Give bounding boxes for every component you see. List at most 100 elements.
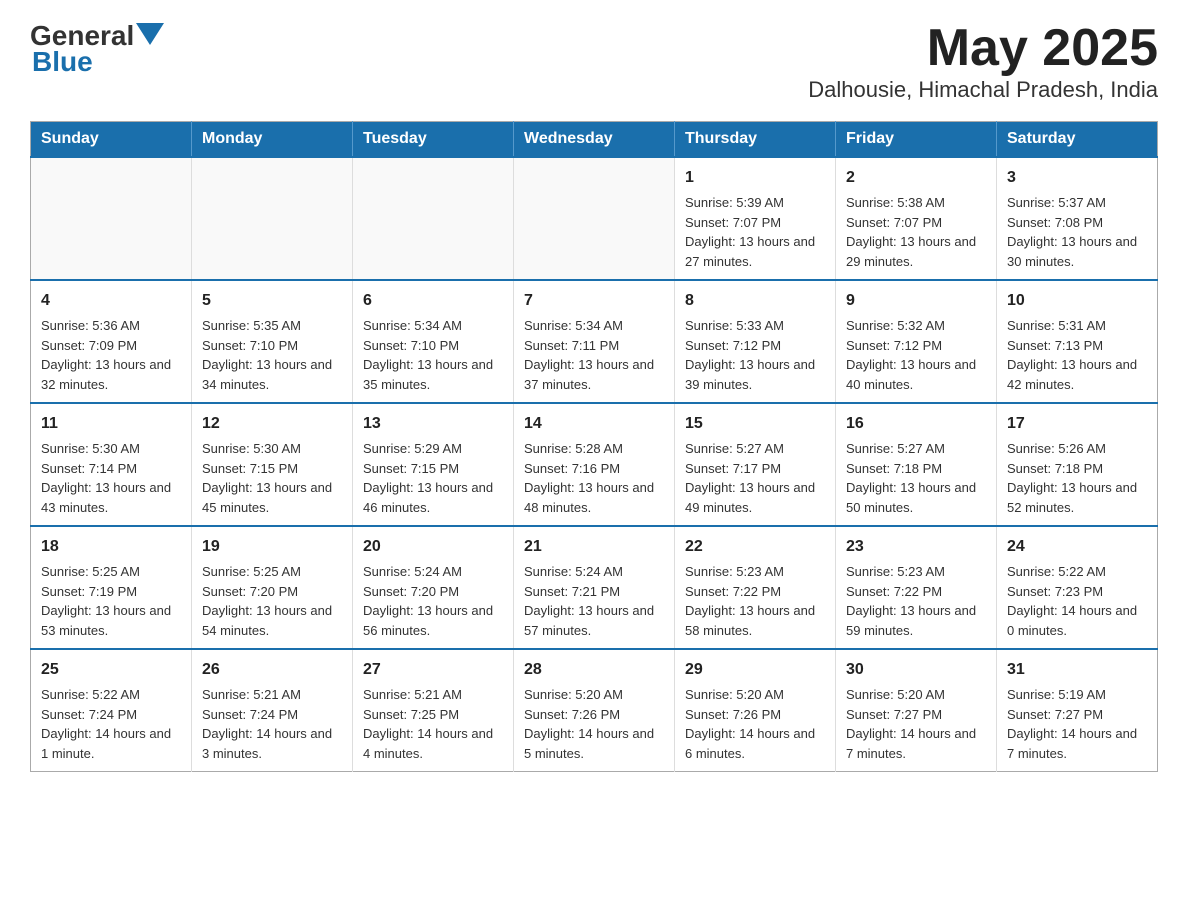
calendar-cell: 29Sunrise: 5:20 AMSunset: 7:26 PMDayligh… — [675, 649, 836, 772]
day-info-line: Sunset: 7:18 PM — [846, 459, 986, 479]
weekday-header-wednesday: Wednesday — [514, 122, 675, 158]
day-info-line: Daylight: 14 hours and 5 minutes. — [524, 724, 664, 763]
day-number: 13 — [363, 412, 503, 436]
day-info-line: Sunrise: 5:25 AM — [202, 562, 342, 582]
calendar-week-row: 1Sunrise: 5:39 AMSunset: 7:07 PMDaylight… — [31, 157, 1158, 280]
day-info-line: Sunrise: 5:24 AM — [363, 562, 503, 582]
day-info-line: Sunset: 7:12 PM — [846, 336, 986, 356]
day-info-line: Daylight: 13 hours and 48 minutes. — [524, 478, 664, 517]
day-number: 7 — [524, 289, 664, 313]
day-info-line: Sunset: 7:07 PM — [685, 213, 825, 233]
page-title: May 2025 — [808, 20, 1158, 77]
day-info-line: Daylight: 13 hours and 32 minutes. — [41, 355, 181, 394]
day-number: 22 — [685, 535, 825, 559]
day-info-line: Sunrise: 5:20 AM — [685, 685, 825, 705]
day-info-line: Sunrise: 5:27 AM — [846, 439, 986, 459]
day-info-line: Daylight: 13 hours and 58 minutes. — [685, 601, 825, 640]
day-number: 5 — [202, 289, 342, 313]
day-info-line: Sunset: 7:22 PM — [846, 582, 986, 602]
day-info-line: Daylight: 13 hours and 37 minutes. — [524, 355, 664, 394]
day-number: 10 — [1007, 289, 1147, 313]
calendar-cell: 12Sunrise: 5:30 AMSunset: 7:15 PMDayligh… — [192, 403, 353, 526]
day-number: 21 — [524, 535, 664, 559]
day-info-line: Daylight: 14 hours and 1 minute. — [41, 724, 181, 763]
day-info-line: Sunrise: 5:26 AM — [1007, 439, 1147, 459]
day-info-line: Sunset: 7:21 PM — [524, 582, 664, 602]
day-info-line: Daylight: 13 hours and 34 minutes. — [202, 355, 342, 394]
day-number: 9 — [846, 289, 986, 313]
day-info-line: Daylight: 13 hours and 56 minutes. — [363, 601, 503, 640]
calendar-cell: 21Sunrise: 5:24 AMSunset: 7:21 PMDayligh… — [514, 526, 675, 649]
day-info-line: Daylight: 13 hours and 39 minutes. — [685, 355, 825, 394]
day-number: 31 — [1007, 658, 1147, 682]
day-info-line: Daylight: 13 hours and 35 minutes. — [363, 355, 503, 394]
day-info-line: Sunset: 7:20 PM — [363, 582, 503, 602]
day-info-line: Daylight: 13 hours and 53 minutes. — [41, 601, 181, 640]
day-info-line: Daylight: 14 hours and 0 minutes. — [1007, 601, 1147, 640]
day-number: 30 — [846, 658, 986, 682]
day-info-line: Sunrise: 5:27 AM — [685, 439, 825, 459]
weekday-header-thursday: Thursday — [675, 122, 836, 158]
day-number: 15 — [685, 412, 825, 436]
day-info-line: Sunset: 7:14 PM — [41, 459, 181, 479]
calendar-cell — [192, 157, 353, 280]
weekday-header-row: SundayMondayTuesdayWednesdayThursdayFrid… — [31, 122, 1158, 158]
calendar-cell: 9Sunrise: 5:32 AMSunset: 7:12 PMDaylight… — [836, 280, 997, 403]
day-info-line: Sunset: 7:23 PM — [1007, 582, 1147, 602]
day-info-line: Daylight: 14 hours and 6 minutes. — [685, 724, 825, 763]
calendar-table: SundayMondayTuesdayWednesdayThursdayFrid… — [30, 121, 1158, 772]
weekday-header-monday: Monday — [192, 122, 353, 158]
weekday-header-sunday: Sunday — [31, 122, 192, 158]
title-block: May 2025 Dalhousie, Himachal Pradesh, In… — [808, 20, 1158, 103]
calendar-week-row: 4Sunrise: 5:36 AMSunset: 7:09 PMDaylight… — [31, 280, 1158, 403]
day-info-line: Sunset: 7:08 PM — [1007, 213, 1147, 233]
calendar-cell: 18 Sunrise: 5:25 AMSunset: 7:19 PMDayligh… — [31, 526, 192, 649]
day-info-line: Daylight: 13 hours and 45 minutes. — [202, 478, 342, 517]
calendar-cell: 16Sunrise: 5:27 AMSunset: 7:18 PMDayligh… — [836, 403, 997, 526]
calendar-cell: 19Sunrise: 5:25 AMSunset: 7:20 PMDayligh… — [192, 526, 353, 649]
day-number: 16 — [846, 412, 986, 436]
page-subtitle: Dalhousie, Himachal Pradesh, India — [808, 77, 1158, 103]
day-info-line: Sunrise: 5:19 AM — [1007, 685, 1147, 705]
day-info-line: Sunrise: 5:22 AM — [1007, 562, 1147, 582]
day-info-line: Sunset: 7:26 PM — [685, 705, 825, 725]
day-info-line: Daylight: 13 hours and 46 minutes. — [363, 478, 503, 517]
calendar-cell: 5Sunrise: 5:35 AMSunset: 7:10 PMDaylight… — [192, 280, 353, 403]
calendar-cell: 13Sunrise: 5:29 AMSunset: 7:15 PMDayligh… — [353, 403, 514, 526]
day-info-line: Daylight: 14 hours and 3 minutes. — [202, 724, 342, 763]
calendar-week-row: 18Sunrise: 5:25 AMSunset: 7:19 PMDayligh… — [31, 526, 1158, 649]
calendar-week-row: 11Sunrise: 5:30 AMSunset: 7:14 PMDayligh… — [31, 403, 1158, 526]
calendar-cell: 1Sunrise: 5:39 AMSunset: 7:07 PMDaylight… — [675, 157, 836, 280]
calendar-cell: 6Sunrise: 5:34 AMSunset: 7:10 PMDaylight… — [353, 280, 514, 403]
calendar-cell: 7Sunrise: 5:34 AMSunset: 7:11 PMDaylight… — [514, 280, 675, 403]
day-info-line: Sunrise: 5:39 AM — [685, 193, 825, 213]
day-info-line: Sunrise: 5:20 AM — [524, 685, 664, 705]
day-info-line: Sunset: 7:19 PM — [41, 582, 181, 602]
day-number: 18 — [41, 535, 181, 559]
day-number: 6 — [363, 289, 503, 313]
day-number: 12 — [202, 412, 342, 436]
calendar-cell: 20Sunrise: 5:24 AMSunset: 7:20 PMDayligh… — [353, 526, 514, 649]
day-number: 11 — [41, 412, 181, 436]
day-info-line: Daylight: 13 hours and 40 minutes. — [846, 355, 986, 394]
calendar-cell: 24 Sunrise: 5:22 AMSunset: 7:23 PMDayligh… — [997, 526, 1158, 649]
day-info-line: Sunset: 7:22 PM — [685, 582, 825, 602]
day-number: 24 — [1007, 535, 1147, 559]
day-number: 26 — [202, 658, 342, 682]
day-info-line: Sunset: 7:12 PM — [685, 336, 825, 356]
day-info-line: Daylight: 13 hours and 54 minutes. — [202, 601, 342, 640]
logo-triangle-icon — [136, 23, 164, 51]
day-info-line: Daylight: 13 hours and 49 minutes. — [685, 478, 825, 517]
calendar-cell: 4Sunrise: 5:36 AMSunset: 7:09 PMDaylight… — [31, 280, 192, 403]
day-info-line: Sunrise: 5:25 AM — [41, 562, 181, 582]
weekday-header-saturday: Saturday — [997, 122, 1158, 158]
day-info-line: Sunrise: 5:35 AM — [202, 316, 342, 336]
weekday-header-tuesday: Tuesday — [353, 122, 514, 158]
day-info-line: Sunrise: 5:24 AM — [524, 562, 664, 582]
day-number: 14 — [524, 412, 664, 436]
calendar-cell: 15Sunrise: 5:27 AMSunset: 7:17 PMDayligh… — [675, 403, 836, 526]
calendar-cell: 17Sunrise: 5:26 AMSunset: 7:18 PMDayligh… — [997, 403, 1158, 526]
day-info-line: Sunset: 7:10 PM — [363, 336, 503, 356]
day-number: 28 — [524, 658, 664, 682]
day-info-line: Sunrise: 5:34 AM — [524, 316, 664, 336]
